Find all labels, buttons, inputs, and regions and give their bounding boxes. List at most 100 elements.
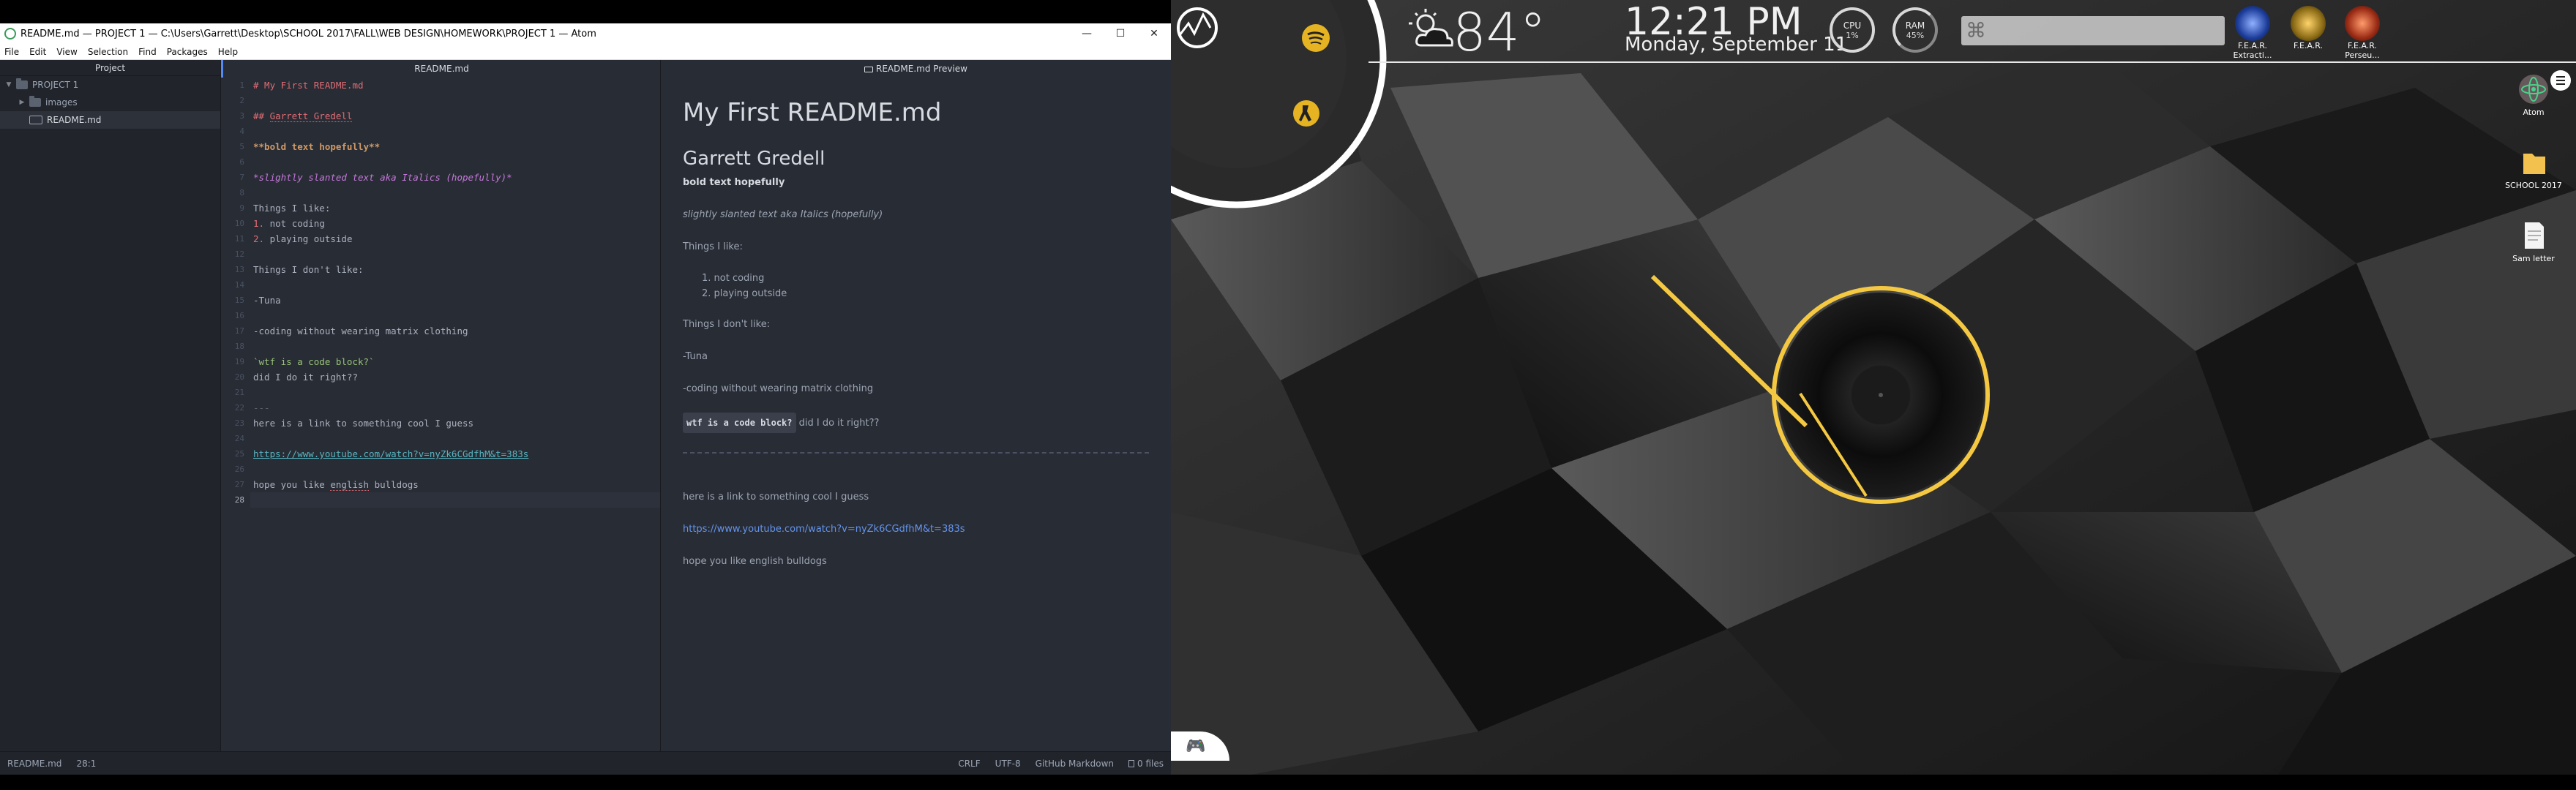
code-line-empty[interactable]	[250, 385, 660, 400]
menu-selection[interactable]: Selection	[83, 47, 134, 57]
code-line[interactable]: -coding without wearing matrix clothing	[250, 323, 660, 339]
code-line-empty[interactable]	[250, 431, 660, 446]
code-line[interactable]: Things I don't like:	[250, 262, 660, 277]
list-number: 1.	[253, 218, 265, 229]
counter-strike-icon[interactable]	[1292, 99, 1320, 127]
tree-view-header[interactable]: Project	[0, 60, 220, 76]
minimize-button[interactable]: —	[1070, 23, 1104, 44]
preview-italic: slightly slanted text aka Italics (hopef…	[683, 209, 883, 220]
editor-tab-bar: README.md	[221, 60, 660, 78]
code-line-empty[interactable]	[250, 93, 660, 108]
code-line[interactable]: here is a link to something cool I guess	[250, 415, 660, 431]
line-number: 10	[234, 219, 244, 228]
code-line-empty[interactable]	[250, 154, 660, 170]
close-button[interactable]: ✕	[1137, 23, 1171, 44]
menu-file[interactable]: File	[0, 47, 25, 57]
game-icon-fear-extraction[interactable]: F.E.A.R. Extracti...	[2231, 6, 2274, 60]
line-number: 11	[234, 234, 244, 244]
spotify-icon[interactable]	[1301, 23, 1330, 53]
menu-find[interactable]: Find	[134, 47, 162, 57]
window-titlebar[interactable]: README.md — PROJECT 1 — C:\Users\Garrett…	[0, 23, 1171, 44]
line-number: 5	[239, 142, 244, 151]
status-grammar[interactable]: GitHub Markdown	[1028, 759, 1121, 769]
status-line-ending[interactable]: CRLF	[951, 759, 987, 769]
code-line-empty[interactable]	[250, 185, 660, 200]
status-cursor-position[interactable]: 28:1	[69, 759, 103, 769]
code-line[interactable]: ---	[250, 400, 660, 415]
game-logo-icon	[2235, 6, 2270, 41]
code-line-empty[interactable]	[250, 462, 660, 477]
folder-icon	[2523, 154, 2545, 174]
list-number: 2.	[253, 233, 265, 244]
tree-view: Project ▼ PROJECT 1 ▶ images README.md	[0, 60, 221, 751]
code-line-empty[interactable]	[250, 339, 660, 354]
preview-link[interactable]: https://www.youtube.com/watch?v=nyZk6CGd…	[683, 521, 1149, 553]
tree-root-project[interactable]: ▼ PROJECT 1	[0, 76, 220, 94]
rainmeter-topbar: 84° 12:21 PM Monday, September 11 CPU 1%…	[1171, 0, 2576, 208]
code-line-empty[interactable]	[250, 124, 660, 139]
code-line[interactable]: **bold text hopefully**	[250, 139, 660, 154]
code-line[interactable]: https://www.youtube.com/watch?v=nyZk6CGd…	[250, 446, 660, 462]
tree-folder-label: images	[45, 97, 78, 108]
desktop-icon-school[interactable]: SCHOOL 2017	[2501, 146, 2566, 190]
clock-date: Monday, September 11	[1625, 34, 1848, 56]
preview-outro: hope you like english bulldogs	[683, 556, 827, 567]
code-line[interactable]: *slightly slanted text aka Italics (hope…	[250, 170, 660, 185]
code-line[interactable]: 1. not coding	[250, 216, 660, 231]
activity-gauge-icon[interactable]	[1175, 6, 1219, 50]
code-area[interactable]: # My First README.md ## Garrett Gredell …	[250, 78, 660, 508]
line-number: 25	[234, 449, 244, 459]
editor-pane[interactable]: README.md 1 2 3 4 5 6 7 8 9 10 11 12 13 …	[221, 60, 661, 751]
code-line[interactable]: 2. playing outside	[250, 231, 660, 247]
list-item: 1. not coding	[702, 273, 765, 284]
maximize-button[interactable]: ☐	[1104, 23, 1137, 44]
code-line[interactable]: ## Garrett Gredell	[250, 108, 660, 124]
weather-temperature: 84°	[1453, 1, 1546, 63]
preview-tuna: -Tuna	[683, 351, 708, 362]
topbar-divider	[1368, 61, 2576, 63]
tree-file-readme[interactable]: README.md	[0, 111, 220, 129]
tab-readme[interactable]: README.md	[221, 60, 660, 78]
game-icon-fear-perseus[interactable]: F.E.A.R. Perseu...	[2340, 6, 2384, 60]
code-line[interactable]: did I do it right??	[250, 369, 660, 385]
menu-packages[interactable]: Packages	[162, 47, 214, 57]
line-number: 9	[239, 203, 244, 213]
desktop: 84° 12:21 PM Monday, September 11 CPU 1%…	[1171, 0, 2576, 790]
tree-file-label: README.md	[47, 115, 102, 125]
code-line[interactable]: `wtf is a code block?`	[250, 354, 660, 369]
chevron-right-icon[interactable]: ▶	[18, 99, 26, 106]
code-line-empty[interactable]	[250, 308, 660, 323]
code-line-empty[interactable]	[250, 277, 660, 293]
line-number: 21	[234, 388, 244, 397]
chevron-down-icon[interactable]: ▼	[4, 81, 13, 89]
tab-readme-preview[interactable]: README.md Preview	[661, 60, 1171, 78]
status-file[interactable]: README.md	[0, 759, 69, 769]
line-number: 16	[234, 311, 244, 320]
preview-icon	[864, 66, 874, 72]
status-encoding[interactable]: UTF-8	[988, 759, 1028, 769]
markdown-preview-pane[interactable]: README.md Preview My First README.md Gar…	[661, 60, 1171, 751]
desktop-icon-sam-letter[interactable]: Sam letter	[2501, 219, 2566, 263]
code-line[interactable]: # My First README.md	[250, 78, 660, 93]
desktop-icon-label: Atom	[2523, 108, 2545, 117]
menu-icon[interactable]	[2550, 70, 2571, 91]
tree-folder-images[interactable]: ▶ images	[0, 94, 220, 111]
menu-view[interactable]: View	[52, 47, 83, 57]
code-line[interactable]: -Tuna	[250, 293, 660, 308]
preview-link-intro: here is a link to something cool I guess	[683, 492, 869, 503]
code-line[interactable]: Things I like:	[250, 200, 660, 216]
status-git-files[interactable]: 0 files	[1121, 759, 1171, 769]
code-line-cursor[interactable]	[250, 492, 660, 508]
menu-help[interactable]: Help	[214, 47, 244, 57]
launcher-search-input[interactable]: ⌘	[1961, 16, 2225, 45]
code-line[interactable]: hope you like english bulldogs	[250, 477, 660, 492]
horizontal-rule	[683, 452, 1149, 454]
preview-tab-bar: README.md Preview	[661, 60, 1171, 78]
desktop-icon-label: Sam letter	[2512, 254, 2555, 263]
line-number: 23	[234, 418, 244, 428]
code-line-empty[interactable]	[250, 247, 660, 262]
game-icon-fear[interactable]: F.E.A.R.	[2286, 6, 2330, 50]
menu-edit[interactable]: Edit	[25, 47, 52, 57]
line-number: 7	[239, 173, 244, 182]
hamburger-icon	[2556, 76, 2565, 85]
